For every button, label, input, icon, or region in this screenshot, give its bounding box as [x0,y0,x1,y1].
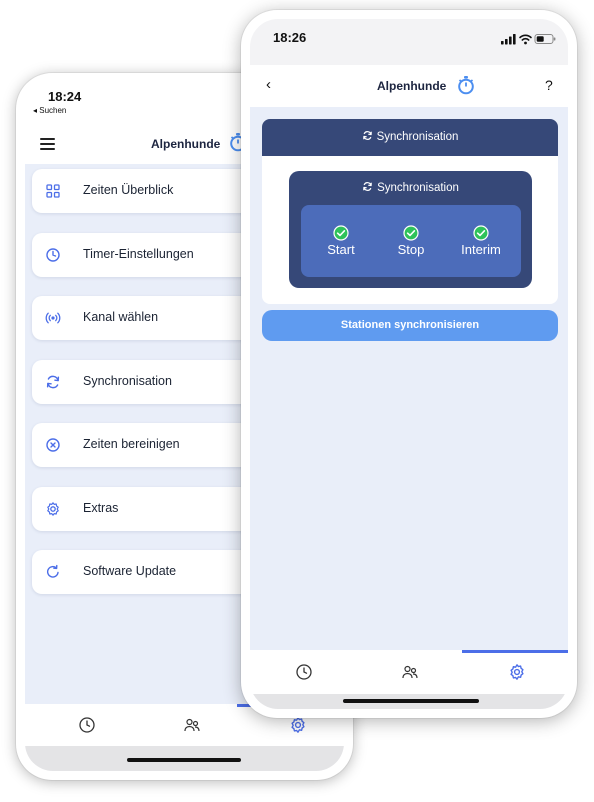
menu-item-label: Extras [83,501,119,515]
cellular-signal-icon [501,34,516,45]
sync-card: Synchronisation Synchronisation Start St… [262,119,558,304]
refresh-icon [47,564,59,578]
stopwatch-logo-icon [458,76,474,95]
home-indicator-area [250,694,568,709]
home-indicator-area [25,746,344,771]
menu-item-label: Zeiten bereinigen [83,437,180,451]
synchronize-stations-button[interactable]: Stationen synchronisieren [262,310,558,341]
status-icons [501,34,556,45]
app-title: Alpenhunde [151,137,221,151]
tab-settings-icon[interactable] [289,716,307,734]
wifi-icon [519,34,532,45]
sync-status-interim: Interim [446,225,516,257]
back-to-search-link[interactable]: ◂ Suchen [33,106,66,115]
sync-status-label: Stop [397,242,425,257]
menu-item-label: Kanal wählen [83,310,159,324]
check-circle-icon [473,225,489,241]
sync-status-stop: Stop [376,225,446,257]
front-phone: 18:26 ‹ Alpenhunde ? Synchronisation Syn… [241,10,577,718]
active-tab-indicator [462,650,568,653]
status-time: 18:24 [48,89,82,104]
tab-people-icon[interactable] [401,663,419,681]
battery-icon [534,34,556,44]
screenshot-stage: 18:24 ◂ Suchen Alpenhunde Zeiten Überbli… [0,0,594,802]
gear-icon [47,502,59,516]
sync-card-header: Synchronisation [262,119,558,156]
sync-status-box: Start Stop Interim [301,205,521,277]
tab-people-icon[interactable] [183,716,201,734]
tab-bar [250,650,568,694]
app-title: Alpenhunde [377,79,447,93]
sync-status-label: Interim [461,242,501,257]
menu-item-label: Timer-Einstellungen [83,247,194,261]
sync-icon [363,182,372,191]
tab-settings-icon[interactable] [508,663,526,681]
menu-icon[interactable] [40,138,55,150]
menu-item-label: Synchronisation [83,374,172,388]
status-time: 18:26 [273,30,307,45]
front-phone-screen: 18:26 ‹ Alpenhunde ? Synchronisation Syn… [250,19,568,709]
grid-icon [46,184,60,198]
sync-icon [46,375,60,389]
sync-panel-title: Synchronisation [377,182,459,194]
sync-status-label: Start [327,242,355,257]
menu-item-label: Software Update [83,564,177,578]
check-circle-icon [403,225,419,241]
sync-card-title: Synchronisation [376,131,459,143]
sync-page-content: Synchronisation Synchronisation Start St… [250,107,568,650]
help-button[interactable]: ? [545,77,553,93]
home-indicator[interactable] [127,758,241,762]
tab-times-clock-icon[interactable] [78,716,96,734]
sync-panel-header: Synchronisation [289,181,532,194]
back-button[interactable]: ‹ [266,76,271,93]
clear-circle-icon [46,438,60,452]
tab-times-clock-icon[interactable] [295,663,313,681]
check-circle-icon [333,225,349,241]
clock-icon [46,248,60,262]
status-bar: 18:26 [250,19,568,65]
menu-item-label: Zeiten Überblick [83,183,174,197]
home-indicator[interactable] [343,699,479,703]
sync-status-panel: Synchronisation Start Stop Interim [289,171,532,288]
radio-signal-icon [45,312,61,324]
sync-status-start: Start [306,225,376,257]
app-header: ‹ Alpenhunde ? [250,65,568,107]
sync-icon [362,131,372,140]
